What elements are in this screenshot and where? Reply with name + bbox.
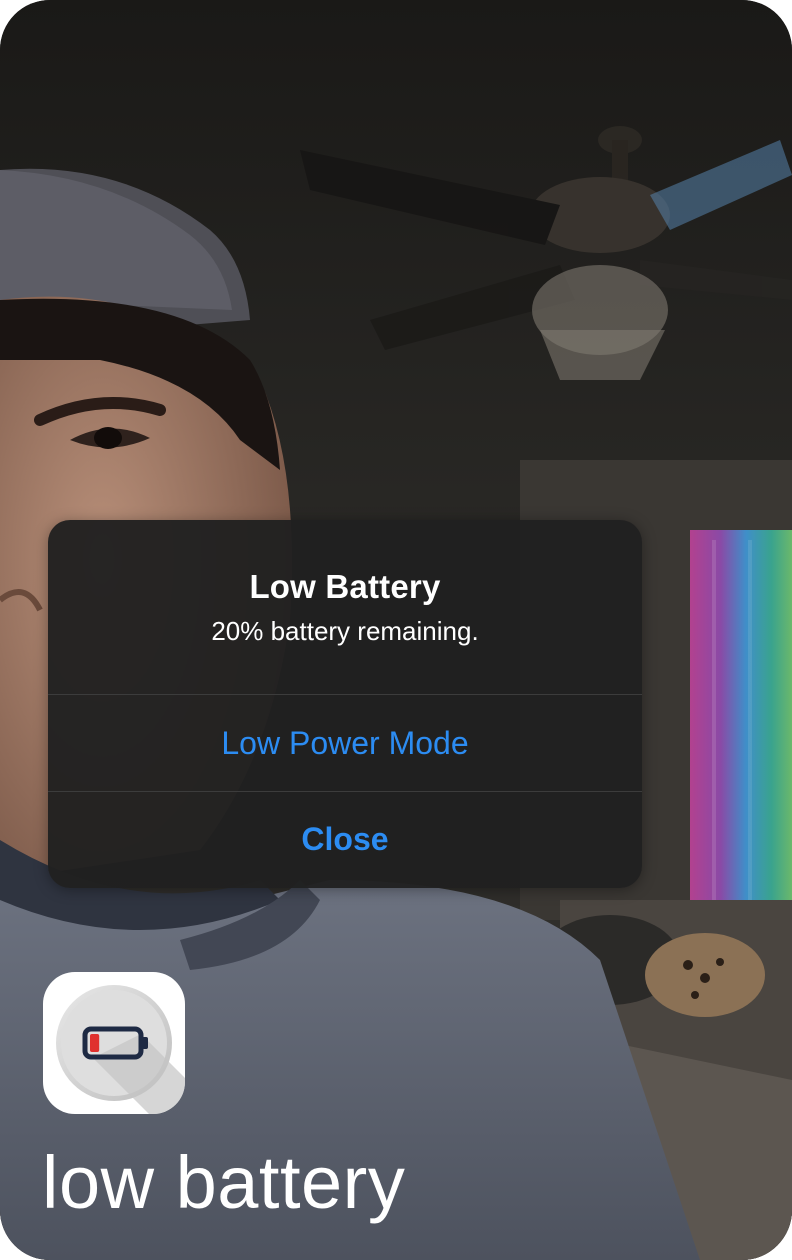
battery-level-fill xyxy=(90,1034,100,1052)
alert-title: Low Battery xyxy=(249,568,441,605)
phone-screen: Low Battery 20% battery remaining. Low P… xyxy=(0,0,792,1260)
battery-app-icon xyxy=(43,972,185,1114)
alert-header: Low Battery 20% battery remaining. xyxy=(48,520,642,694)
video-caption: low battery xyxy=(42,1141,406,1224)
low-power-mode-button[interactable]: Low Power Mode xyxy=(48,695,642,791)
alert-message: 20% battery remaining. xyxy=(211,616,479,646)
close-button[interactable]: Close xyxy=(48,792,642,887)
low-battery-alert: Low Battery 20% battery remaining. Low P… xyxy=(48,520,642,888)
battery-low-icon xyxy=(56,985,185,1114)
